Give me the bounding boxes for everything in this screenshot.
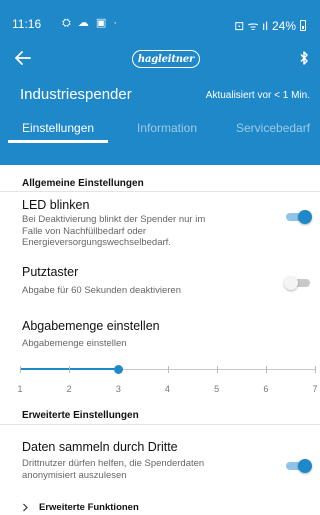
status-time: 11:16	[12, 17, 42, 31]
tab-servicebedarf[interactable]: Servicebedarf	[236, 121, 310, 135]
amount-title: Abgabemenge einstellen	[22, 319, 160, 333]
active-tab-indicator	[8, 140, 108, 143]
slider-tick	[216, 366, 218, 373]
advanced-functions-label: Erweiterte Funktionen	[39, 502, 139, 513]
slider-tick-label: 2	[66, 384, 72, 394]
bluetooth-icon[interactable]	[298, 50, 310, 66]
led-toggle[interactable]	[284, 210, 312, 224]
amount-slider[interactable]	[20, 362, 316, 378]
slider-tick-label: 1	[17, 384, 23, 394]
status-right: ⊡ ᯤ ıl 24%	[234, 17, 306, 34]
putztaster-toggle[interactable]	[284, 276, 312, 290]
slider-tick	[265, 366, 267, 373]
toggle-thumb	[284, 276, 298, 290]
slider-tick	[69, 366, 71, 373]
hagleitner-logo: hagleitner	[132, 50, 200, 68]
tab-bar: Einstellungen Information Servicebedarf	[0, 113, 320, 143]
tab-information[interactable]: Information	[137, 121, 197, 135]
third-party-title: Daten sammeln durch Dritte	[22, 440, 178, 454]
advanced-functions-row[interactable]: Erweiterte Funktionen	[22, 502, 139, 513]
amount-desc: Abgabemenge einstellen	[22, 338, 127, 349]
slider-tick-label: 6	[263, 384, 269, 394]
putztaster-desc: Abgabe für 60 Sekunden deaktivieren	[22, 285, 181, 296]
led-setting-desc: Bei Deaktivierung blinkt der Spender nur…	[22, 214, 206, 248]
section-advanced-title: Erweiterte Einstellungen	[22, 410, 139, 421]
arrow-left-icon[interactable]	[12, 47, 34, 69]
slider-tick	[20, 366, 21, 373]
battery-level: 24%	[271, 18, 296, 33]
slider-thumb[interactable]	[113, 365, 123, 374]
divider	[0, 191, 320, 192]
chevron-right-icon	[23, 503, 28, 512]
divider	[0, 424, 320, 425]
toggle-thumb	[298, 459, 312, 473]
device-title: Industriespender	[20, 86, 132, 103]
logo-text: hagleitner	[137, 53, 195, 65]
tab-einstellungen[interactable]: Einstellungen	[22, 121, 94, 135]
slider-tick-label: 5	[214, 384, 220, 394]
status-bar: 11:16 ⛭ ☁ ▣ · ⊡ ᯤ ıl 24%	[0, 0, 320, 40]
third-party-desc: Drittnutzer dürfen helfen, die Spenderda…	[22, 458, 205, 481]
putztaster-title: Putztaster	[22, 265, 79, 279]
slider-labels: 1 2 3 4 5 6 7	[0, 384, 320, 396]
led-setting-title: LED blinken	[22, 198, 90, 212]
section-general-title: Allgemeine Einstellungen	[22, 178, 144, 189]
slider-tick-label: 3	[115, 384, 121, 394]
slider-tick	[315, 366, 316, 373]
slider-tick	[167, 366, 169, 373]
third-party-toggle[interactable]	[284, 459, 312, 473]
slider-tick-label: 4	[164, 384, 171, 394]
toggle-thumb	[298, 210, 312, 224]
signal-icons: ⊡ ᯤ ıl	[234, 19, 268, 33]
notification-icons: ⛭ ☁ ▣ ·	[62, 17, 120, 29]
last-updated: Aktualisiert vor < 1 Min.	[205, 90, 310, 101]
slider-tick-label: 7	[312, 384, 318, 394]
app-header: 11:16 ⛭ ☁ ▣ · ⊡ ᯤ ıl 24% hagleitner Indu…	[0, 0, 320, 165]
battery-icon	[300, 20, 306, 31]
